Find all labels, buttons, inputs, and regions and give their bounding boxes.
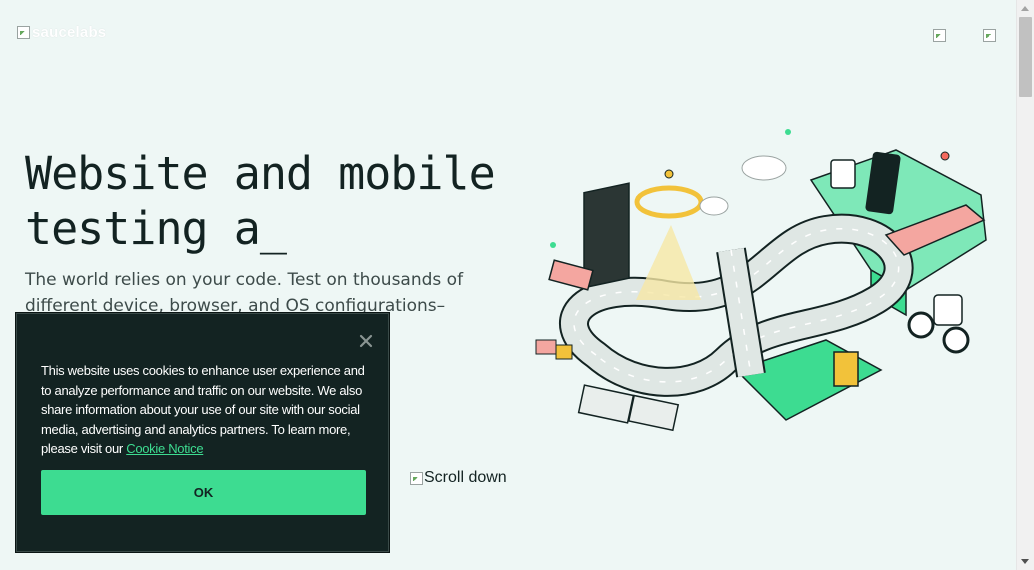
scroll-up-arrow-icon[interactable] <box>1021 6 1029 11</box>
hero-title: Website and mobile testing a_ <box>25 146 496 256</box>
ok-button[interactable]: OK <box>41 470 366 515</box>
scroll-down-icon <box>409 471 423 485</box>
hero-title-line2: testing a_ <box>25 202 287 255</box>
search-icon[interactable] <box>932 28 946 42</box>
page: saucelabs Website and mobile testing a_ … <box>0 0 1017 570</box>
saucelabs-logo[interactable]: saucelabs <box>16 23 107 41</box>
scroll-down-arrow-icon[interactable] <box>1021 559 1029 564</box>
scroll-down-label: Scroll down <box>424 469 507 486</box>
scrollbar-thumb[interactable] <box>1019 17 1032 97</box>
cookie-notice-link[interactable]: Cookie Notice <box>126 441 203 456</box>
logo-alt-text: saucelabs <box>32 23 107 41</box>
cookie-banner: This website uses cookies to enhance use… <box>16 313 389 552</box>
scroll-down-link[interactable]: Scroll down <box>409 469 507 487</box>
scrollbar[interactable] <box>1016 0 1034 570</box>
hero-illustration <box>535 129 987 432</box>
broken-image-icon <box>16 25 30 39</box>
cookie-text: This website uses cookies to enhance use… <box>41 361 371 459</box>
menu-icon[interactable] <box>982 28 996 42</box>
hero-title-line1: Website and mobile <box>25 147 496 200</box>
hero-subtitle: The world relies on your code. Test on t… <box>25 270 464 316</box>
close-icon[interactable] <box>357 332 375 350</box>
